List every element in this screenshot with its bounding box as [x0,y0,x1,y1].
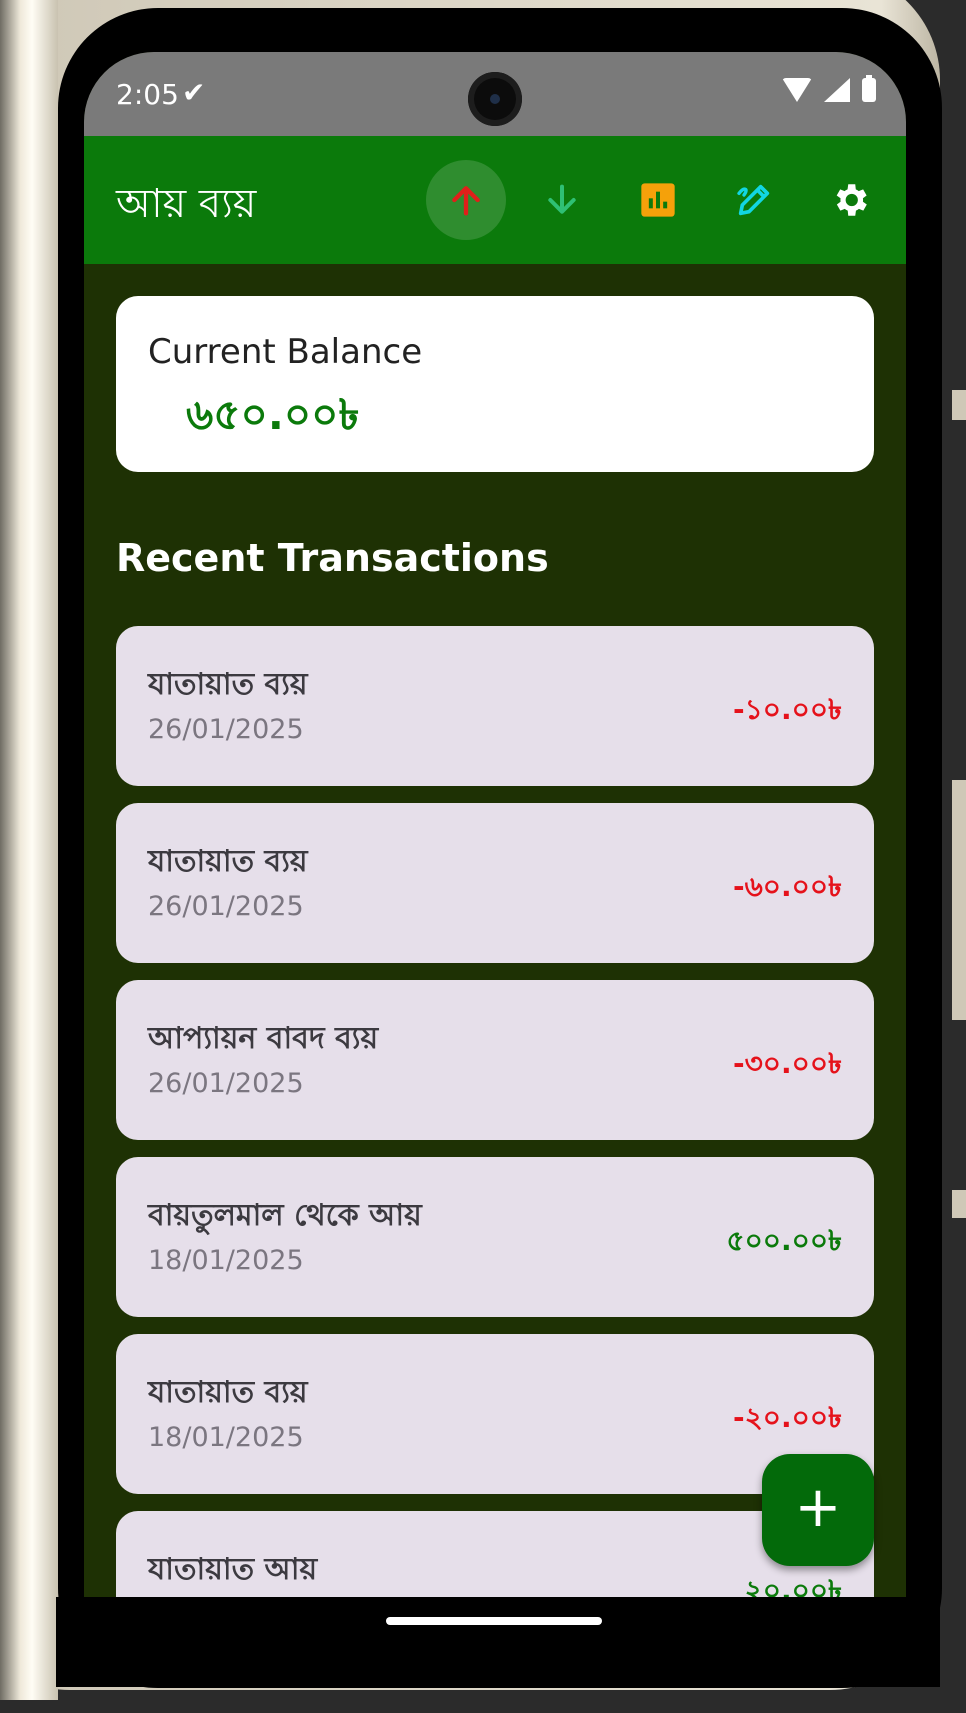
balance-card: Current Balance ৬৫০.০০৳ [116,296,874,472]
transaction-card[interactable]: আপ্যায়ন বাবদ ব্যয় 26/01/2025 -৩০.০০৳ [116,980,874,1140]
navigation-bar [56,1597,940,1687]
device-volume-button [952,780,966,1020]
balance-label: Current Balance [148,332,423,372]
device-button [952,390,966,420]
balance-amount: ৬৫০.০০৳ [186,390,360,439]
transaction-date: 26/01/2025 [148,891,304,922]
transaction-amount: -১০.০০৳ [733,693,842,726]
status-bar: 2:05 ✔ [84,52,906,136]
edit-button[interactable] [714,160,794,240]
status-icons [782,75,876,102]
transaction-amount: ৫০০.০০৳ [726,1224,842,1257]
transaction-title: যাতায়াত ব্যয় [148,667,308,702]
home-gesture-handle[interactable] [386,1617,602,1625]
arrow-up-icon [452,186,480,216]
add-transaction-button[interactable]: + [762,1454,874,1566]
transaction-amount: -৬০.০০৳ [732,870,842,903]
transaction-card[interactable]: যাতায়াত ব্যয় 26/01/2025 -৬০.০০৳ [116,803,874,963]
signal-icon [824,78,850,102]
transaction-title: যাতায়াত ব্যয় [148,844,308,879]
check-icon: ✔ [182,76,206,109]
income-filter-button[interactable] [426,160,506,240]
edit-icon [737,184,770,216]
device-button [952,1190,966,1218]
transaction-date: 26/01/2025 [148,1068,304,1099]
transaction-card[interactable]: যাতায়াত আয় ২০.০০৳ [116,1511,874,1597]
transaction-title: আপ্যায়ন বাবদ ব্যয় [148,1021,379,1056]
report-button[interactable] [618,160,698,240]
transaction-title: যাতায়াত আয় [148,1552,318,1587]
transaction-amount: ২০.০০৳ [744,1574,842,1597]
transaction-date: 26/01/2025 [148,714,304,745]
transaction-title: যাতায়াত ব্যয় [148,1375,308,1410]
transaction-amount: -৩০.০০৳ [732,1047,842,1080]
transaction-card[interactable]: বায়তুলমাল থেকে আয় 18/01/2025 ৫০০.০০৳ [116,1157,874,1317]
gear-icon [836,184,867,216]
battery-icon [862,75,876,102]
status-time: 2:05 [116,78,179,111]
device-hinge [0,0,58,1700]
app-bar: আয় ব্যয় [84,136,906,264]
app-title: আয় ব্যয় [116,181,257,227]
recent-transactions-title: Recent Transactions [116,536,549,580]
transaction-title: বায়তুলমাল থেকে আয় [148,1198,422,1233]
transaction-date: 18/01/2025 [148,1245,304,1276]
transaction-card[interactable]: যাতায়াত ব্যয় 26/01/2025 -১০.০০৳ [116,626,874,786]
expense-filter-button[interactable] [522,160,602,240]
bar-chart-icon [641,183,675,217]
wifi-icon [782,78,812,102]
transaction-amount: -২০.০০৳ [732,1401,842,1434]
settings-button[interactable] [810,160,890,240]
transaction-date: 18/01/2025 [148,1422,304,1453]
screen: 2:05 ✔ আয় ব্যয় Current Balance ৬৫০.০০৳… [84,52,906,1597]
front-camera [468,72,522,126]
arrow-down-icon [548,184,576,214]
transaction-card[interactable]: যাতায়াত ব্যয় 18/01/2025 -২০.০০৳ [116,1334,874,1494]
